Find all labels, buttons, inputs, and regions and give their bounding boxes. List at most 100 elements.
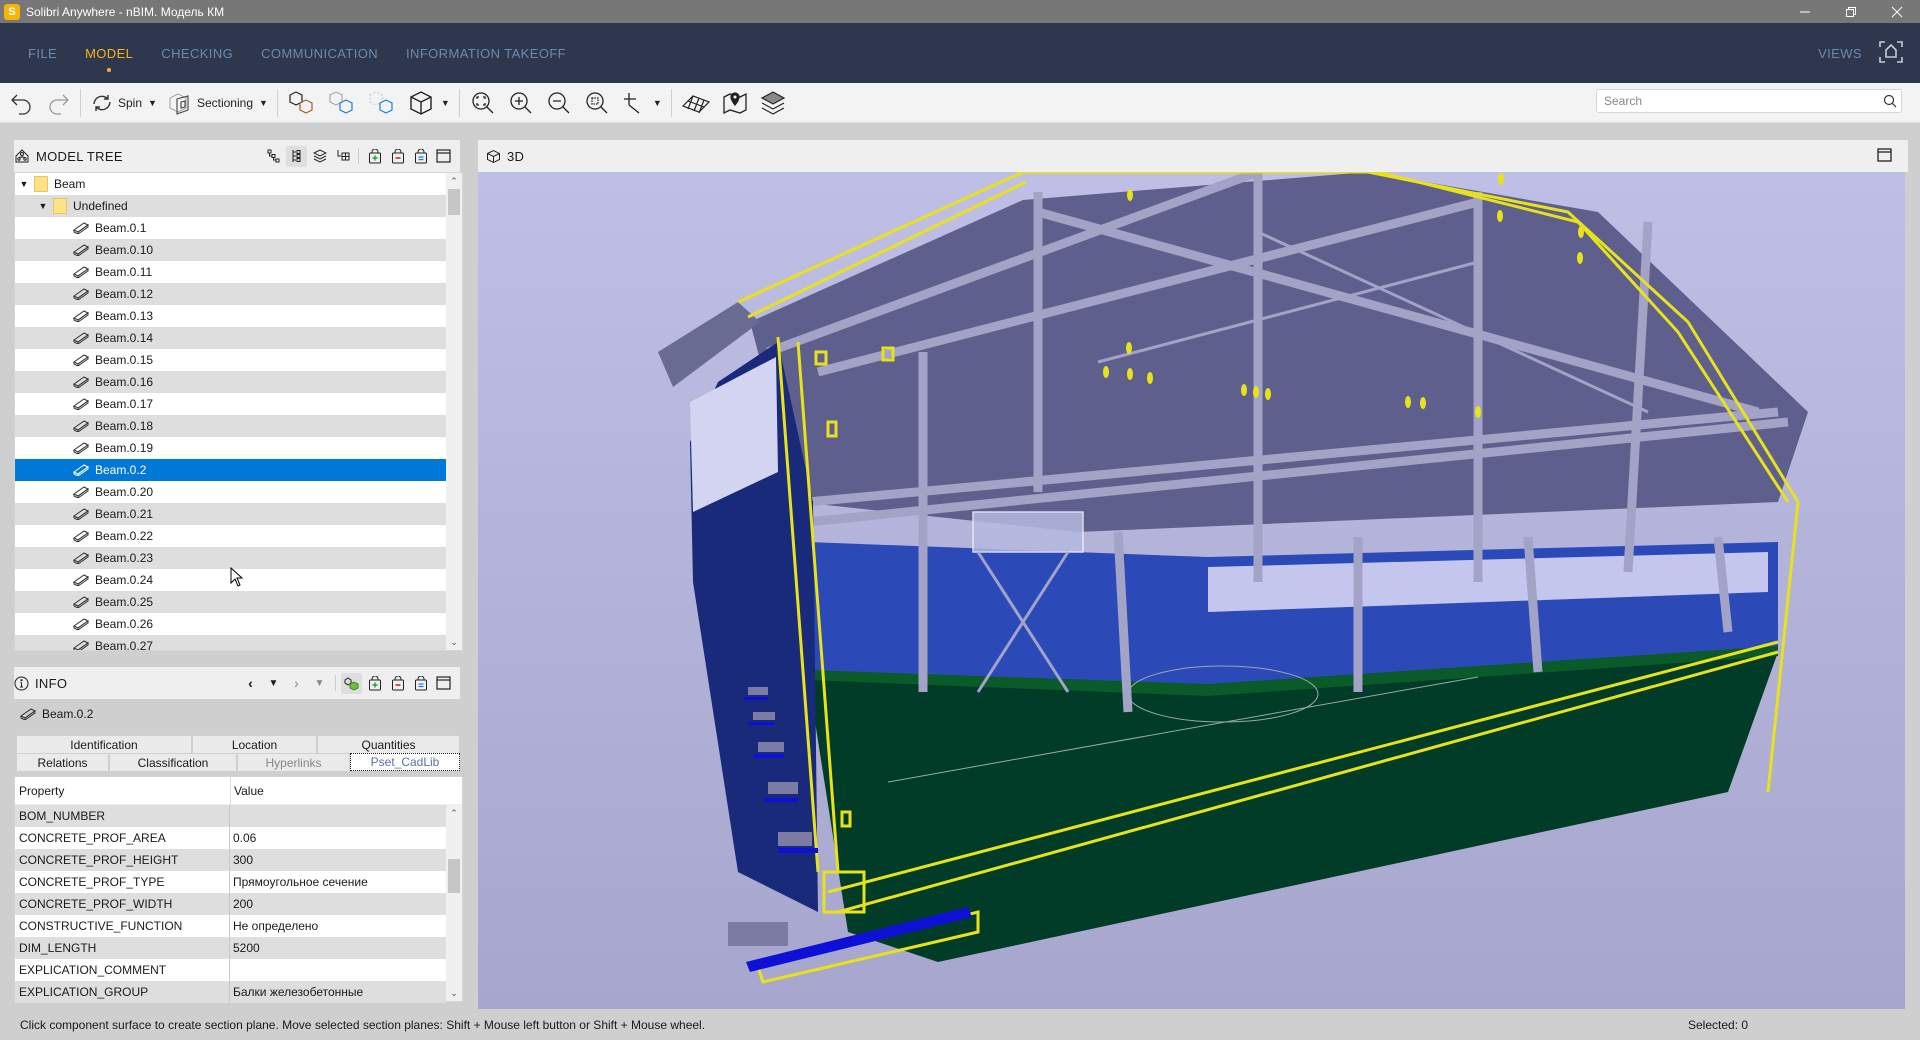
tab-pset-cadlib[interactable]: Pset_CadLib bbox=[350, 753, 460, 771]
minimize-button[interactable] bbox=[1782, 0, 1828, 23]
add-to-basket-button[interactable] bbox=[364, 673, 385, 694]
search-input[interactable] bbox=[1597, 91, 1879, 111]
tree-hierarchy-button[interactable] bbox=[263, 146, 284, 167]
tree-item[interactable]: Beam.0.18 bbox=[15, 415, 446, 437]
model-tree-scrollbar[interactable]: ⌃ ⌄ bbox=[446, 173, 462, 650]
expand-arrow-icon[interactable]: ▼ bbox=[18, 179, 30, 189]
measure-dropdown[interactable]: ▼ bbox=[616, 87, 667, 119]
tree-item[interactable]: Beam.0.25 bbox=[15, 591, 446, 613]
column-header-property[interactable]: Property bbox=[15, 784, 230, 798]
property-row[interactable]: CONCRETE_PROF_HEIGHT 300 bbox=[15, 849, 446, 871]
zoom-in-button[interactable] bbox=[502, 87, 540, 119]
tree-list-button[interactable] bbox=[286, 145, 307, 167]
scrollbar-thumb[interactable] bbox=[448, 859, 460, 893]
layers-button[interactable] bbox=[754, 87, 792, 119]
tree-item[interactable]: Beam.0.27 bbox=[15, 635, 446, 650]
tree-item[interactable]: Beam.0.17 bbox=[15, 393, 446, 415]
scroll-up-icon[interactable]: ⌃ bbox=[446, 805, 462, 821]
column-header-value[interactable]: Value bbox=[230, 784, 264, 798]
view-mode-dropdown[interactable]: ▼ bbox=[402, 87, 455, 119]
menu-file[interactable]: FILE bbox=[28, 46, 57, 61]
tree-item[interactable]: Beam.0.19 bbox=[15, 437, 446, 459]
maximize-view-button[interactable] bbox=[1877, 147, 1892, 165]
property-row[interactable]: CONSTRUCTIVE_FUNCTION Не определено bbox=[15, 915, 446, 937]
tab-quantities[interactable]: Quantities bbox=[317, 735, 460, 753]
menu-communication[interactable]: COMMUNICATION bbox=[261, 46, 378, 61]
tree-item[interactable]: Beam.0.12 bbox=[15, 283, 446, 305]
property-row[interactable]: DIM_LENGTH 5200 bbox=[15, 937, 446, 959]
restore-button[interactable] bbox=[1828, 0, 1874, 23]
tree-item[interactable]: Beam.0.14 bbox=[15, 327, 446, 349]
menu-model[interactable]: MODEL bbox=[85, 46, 133, 72]
location-map-button[interactable] bbox=[716, 87, 754, 119]
menu-information-takeoff[interactable]: INFORMATION TAKEOFF bbox=[406, 46, 566, 61]
tab-relations[interactable]: Relations bbox=[16, 753, 109, 771]
tree-item[interactable]: Beam.0.16 bbox=[15, 371, 446, 393]
tree-item[interactable]: Beam.0.20 bbox=[15, 481, 446, 503]
tree-item[interactable]: Beam.0.2 bbox=[15, 459, 446, 481]
tree-node-group[interactable]: ▼ Undefined bbox=[15, 195, 446, 217]
tree-item[interactable]: Beam.0.22 bbox=[15, 525, 446, 547]
tree-layers-button[interactable] bbox=[309, 146, 330, 167]
set-basket-button[interactable] bbox=[410, 146, 431, 167]
zoom-selected-button[interactable] bbox=[578, 87, 616, 119]
views-home-icon[interactable] bbox=[1878, 39, 1904, 68]
remove-from-basket-button[interactable] bbox=[387, 146, 408, 167]
hide-button[interactable] bbox=[322, 87, 362, 119]
property-row[interactable]: CONCRETE_PROF_AREA 0.06 bbox=[15, 827, 446, 849]
forward-button[interactable]: › bbox=[286, 673, 307, 694]
tree-item[interactable]: Beam.0.10 bbox=[15, 239, 446, 261]
scrollbar-thumb[interactable] bbox=[448, 189, 460, 215]
scroll-up-icon[interactable]: ⌃ bbox=[446, 173, 462, 189]
property-row[interactable]: CONCRETE_PROF_WIDTH 200 bbox=[15, 893, 446, 915]
zoom-extents-button[interactable] bbox=[464, 87, 502, 119]
tab-classification[interactable]: Classification bbox=[109, 753, 237, 771]
isolate-button[interactable] bbox=[362, 87, 402, 119]
maximize-panel-button[interactable] bbox=[433, 146, 454, 167]
property-row[interactable]: CONCRETE_PROF_TYPE Прямоугольное сечение bbox=[15, 871, 446, 893]
spin-dropdown[interactable]: Spin ▼ bbox=[85, 87, 162, 119]
tree-item-label: Beam.0.22 bbox=[95, 529, 154, 543]
3d-viewport[interactable] bbox=[478, 167, 1905, 1009]
tree-item[interactable]: Beam.0.21 bbox=[15, 503, 446, 525]
follow-selection-button[interactable] bbox=[341, 672, 362, 694]
add-to-basket-button[interactable] bbox=[364, 146, 385, 167]
views-button[interactable]: VIEWS bbox=[1818, 46, 1862, 61]
back-button[interactable]: ‹ bbox=[240, 673, 261, 694]
sectioning-dropdown[interactable]: Sectioning ▼ bbox=[162, 87, 273, 119]
remove-from-basket-button[interactable] bbox=[387, 673, 408, 694]
tree-item[interactable]: Beam.0.23 bbox=[15, 547, 446, 569]
tree-item[interactable]: Beam.0.26 bbox=[15, 613, 446, 635]
property-row[interactable]: EXPLICATION_GROUP Балки железобетонные bbox=[15, 981, 446, 1003]
tree-item[interactable]: Beam.0.15 bbox=[15, 349, 446, 371]
search-icon[interactable] bbox=[1879, 94, 1901, 108]
tree-item[interactable]: Beam.0.1 bbox=[15, 217, 446, 239]
redo-button[interactable] bbox=[40, 87, 76, 119]
expand-arrow-icon[interactable]: ▼ bbox=[37, 201, 49, 211]
tab-hyperlinks[interactable]: Hyperlinks bbox=[237, 753, 350, 771]
set-basket-button[interactable] bbox=[410, 673, 431, 694]
show-all-button[interactable] bbox=[282, 87, 322, 119]
back-history-dropdown[interactable]: ▼ bbox=[263, 673, 284, 694]
scroll-down-icon[interactable]: ⌄ bbox=[446, 634, 462, 650]
scroll-down-icon[interactable]: ⌄ bbox=[446, 985, 462, 1001]
floor-plan-button[interactable] bbox=[676, 87, 716, 119]
maximize-panel-button[interactable] bbox=[433, 673, 454, 694]
menu-checking[interactable]: CHECKING bbox=[161, 46, 233, 61]
tree-classification-button[interactable] bbox=[332, 146, 353, 167]
forward-history-dropdown[interactable]: ▼ bbox=[309, 673, 330, 694]
tree-item[interactable]: Beam.0.11 bbox=[15, 261, 446, 283]
search-field[interactable] bbox=[1596, 89, 1902, 113]
undo-button[interactable] bbox=[4, 87, 40, 119]
zoom-out-button[interactable] bbox=[540, 87, 578, 119]
tree-item[interactable]: Beam.0.13 bbox=[15, 305, 446, 327]
property-row[interactable]: BOM_NUMBER bbox=[15, 805, 446, 827]
close-button[interactable] bbox=[1874, 0, 1920, 23]
tab-identification[interactable]: Identification bbox=[16, 735, 192, 753]
tree-node-root[interactable]: ▼ Beam bbox=[15, 173, 446, 195]
building-model[interactable] bbox=[478, 167, 1905, 1009]
tab-location[interactable]: Location bbox=[192, 735, 317, 753]
property-row[interactable]: EXPLICATION_COMMENT bbox=[15, 959, 446, 981]
properties-scrollbar[interactable]: ⌃ ⌄ bbox=[446, 805, 462, 1001]
column-divider[interactable] bbox=[230, 777, 231, 805]
